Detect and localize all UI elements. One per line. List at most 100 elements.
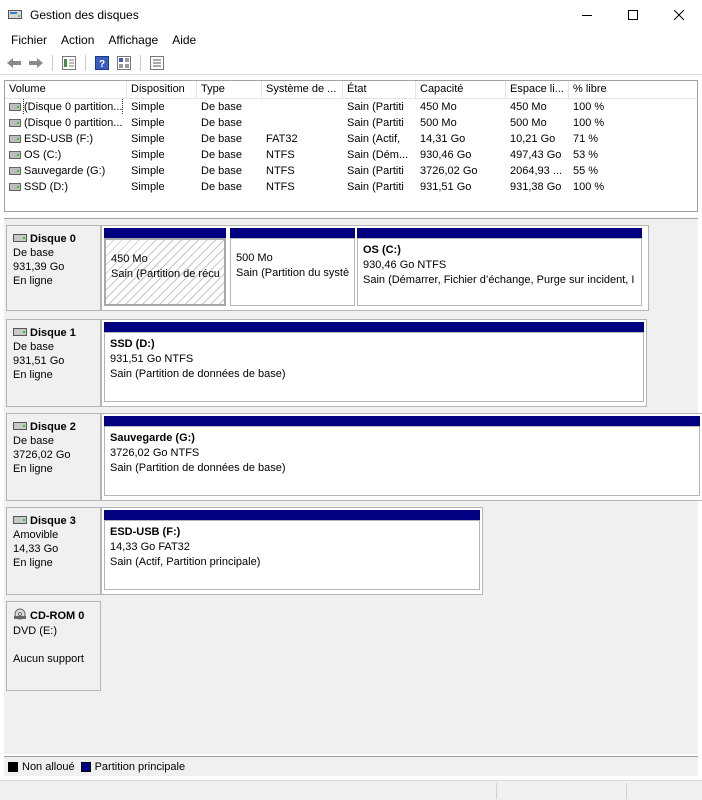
- column-capacity[interactable]: Capacité: [416, 81, 506, 98]
- primary-partition-bar: [104, 228, 226, 238]
- disk-label[interactable]: Disque 3 Amovible 14,33 Go En ligne: [6, 507, 101, 595]
- disk-status: Aucun support: [13, 653, 84, 665]
- minimize-icon: [582, 15, 592, 16]
- cell-percent-free: 53 %: [573, 149, 599, 161]
- menu-action[interactable]: Action: [54, 33, 101, 47]
- cell-file-system: [262, 115, 343, 131]
- disk-row: Disque 0 De base 931,39 Go En ligne 450 Mo Sa…: [4, 225, 698, 311]
- partition-name: OS (C:): [363, 244, 401, 256]
- disk-name: Disque 0: [13, 232, 100, 246]
- cell-type: De base: [201, 133, 242, 145]
- partition-size: 450 Mo: [111, 253, 148, 265]
- partition-block[interactable]: 450 Mo Sain (Partition de récu: [104, 228, 226, 306]
- status-segment: [626, 783, 627, 799]
- status-segment: [496, 783, 497, 799]
- partition-name: SSD (D:): [110, 338, 155, 350]
- cell-percent-free: 55 %: [573, 165, 599, 177]
- primary-partition-bar: [104, 416, 700, 426]
- minimize-button[interactable]: [564, 0, 610, 30]
- maximize-button[interactable]: [610, 0, 656, 30]
- cell-type: De base: [201, 181, 242, 193]
- disk-type: DVD (E:): [13, 625, 57, 637]
- disk-name-text: CD-ROM 0: [30, 610, 85, 622]
- cell-file-system: NTFS: [266, 181, 295, 193]
- disk-partition-map: SSD (D:) 931,51 Go NTFS Sain (Partition de…: [101, 319, 647, 407]
- column-state[interactable]: État: [343, 81, 416, 98]
- disk-label[interactable]: Disque 1 De base 931,51 Go En ligne: [6, 319, 101, 407]
- table-row[interactable]: (Disque 0 partition... Simple De base Sain …: [5, 115, 697, 131]
- volume-name: (Disque 0 partition...: [22, 99, 124, 115]
- properties-button[interactable]: [59, 53, 79, 73]
- back-arrow-icon: [7, 57, 21, 68]
- table-row[interactable]: Sauvegarde (G:) Simple De base NTFS Sain (Pa…: [5, 163, 697, 179]
- cell-state: Sain (Partiti: [347, 165, 404, 177]
- column-disposition[interactable]: Disposition: [127, 81, 197, 98]
- disk-icon: [13, 514, 27, 528]
- cell-file-system: NTFS: [266, 165, 295, 177]
- partition-size: 930,46 Go NTFS: [363, 259, 447, 271]
- disk-size: 14,33 Go: [13, 543, 59, 555]
- volume-drive-icon: [9, 183, 21, 191]
- disk-name: CD-ROM 0: [13, 608, 100, 624]
- table-row[interactable]: (Disque 0 partition... Simple De base Sain …: [5, 99, 697, 115]
- column-volume[interactable]: Volume: [5, 81, 127, 98]
- disk-icon: [13, 232, 27, 246]
- disk-type: De base: [13, 247, 54, 259]
- cell-free-space: 497,43 Go: [510, 149, 562, 161]
- cell-type: De base: [201, 149, 242, 161]
- cell-disposition: Simple: [131, 133, 165, 145]
- cell-volume: (Disque 0 partition...: [5, 99, 127, 115]
- cell-volume: OS (C:): [5, 147, 127, 163]
- back-button[interactable]: [4, 53, 24, 73]
- cell-state: Sain (Partiti: [347, 181, 404, 193]
- menu-affichage[interactable]: Affichage: [101, 33, 165, 47]
- cell-state: Sain (Partiti: [347, 101, 404, 113]
- cell-type: De base: [201, 117, 242, 129]
- primary-partition-bar: [230, 228, 355, 238]
- list-view-button[interactable]: [147, 53, 167, 73]
- partition-details: ESD-USB (F:) 14,33 Go FAT32 Sain (Actif, P…: [104, 520, 480, 590]
- menu-bar: Fichier Action Affichage Aide: [0, 30, 702, 50]
- partition-status: Sain (Partition du systè: [236, 267, 350, 279]
- column-file-system[interactable]: Système de ...: [262, 81, 343, 98]
- volume-list[interactable]: Volume Disposition Type Système de ... É…: [4, 80, 698, 212]
- partition-block[interactable]: Sauvegarde (G:) 3726,02 Go NTFS Sain (Part…: [104, 416, 700, 496]
- table-row[interactable]: SSD (D:) Simple De base NTFS Sain (Partiti 93…: [5, 179, 697, 195]
- disk-label[interactable]: CD-ROM 0 DVD (E:) Aucun support: [6, 601, 101, 691]
- partition-block[interactable]: OS (C:) 930,46 Go NTFS Sain (Démarrer, Fic…: [357, 228, 642, 306]
- cell-percent-free: 100 %: [573, 117, 605, 129]
- partition-block[interactable]: 500 Mo Sain (Partition du systè: [230, 228, 355, 306]
- cell-free-space: 931,38 Go: [510, 181, 562, 193]
- partition-block[interactable]: ESD-USB (F:) 14,33 Go FAT32 Sain (Actif, P…: [104, 510, 480, 590]
- cell-type: De base: [201, 165, 242, 177]
- partition-details: 450 Mo Sain (Partition de récu: [104, 238, 226, 306]
- partition-size: 500 Mo: [236, 252, 273, 264]
- menu-fichier[interactable]: Fichier: [4, 33, 54, 47]
- disk-status: En ligne: [13, 369, 53, 381]
- toolbar-separator: [85, 54, 86, 71]
- disk-graphical-view: Disque 0 De base 931,39 Go En ligne 450 Mo Sa…: [4, 218, 702, 754]
- disk-type: De base: [13, 341, 54, 353]
- volume-drive-icon: [9, 103, 21, 111]
- table-row[interactable]: ESD-USB (F:) Simple De base FAT32 Sain (Acti…: [5, 131, 697, 147]
- cell-volume: ESD-USB (F:): [5, 131, 127, 147]
- partition-block[interactable]: SSD (D:) 931,51 Go NTFS Sain (Partition de…: [104, 322, 644, 402]
- forward-button[interactable]: [26, 53, 46, 73]
- cell-capacity: 500 Mo: [420, 117, 457, 129]
- legend: Non alloué Partition principale: [4, 756, 698, 776]
- disk-partition-map: Sauvegarde (G:) 3726,02 Go NTFS Sain (Part…: [101, 413, 702, 501]
- cell-free-space: 450 Mo: [510, 101, 547, 113]
- help-button[interactable]: ?: [92, 53, 112, 73]
- legend-item-unallocated: Non alloué: [8, 761, 75, 773]
- disk-label[interactable]: Disque 2 De base 3726,02 Go En ligne: [6, 413, 101, 501]
- column-percent-free[interactable]: % libre: [569, 81, 697, 98]
- close-button[interactable]: [656, 0, 702, 30]
- disk-label[interactable]: Disque 0 De base 931,39 Go En ligne: [6, 225, 101, 311]
- disk-name: Disque 2: [13, 420, 100, 434]
- menu-aide[interactable]: Aide: [165, 33, 203, 47]
- cell-disposition: Simple: [131, 101, 165, 113]
- view-button[interactable]: [114, 53, 134, 73]
- column-type[interactable]: Type: [197, 81, 262, 98]
- column-free-space[interactable]: Espace li...: [506, 81, 569, 98]
- table-row[interactable]: OS (C:) Simple De base NTFS Sain (Dém... 930,…: [5, 147, 697, 163]
